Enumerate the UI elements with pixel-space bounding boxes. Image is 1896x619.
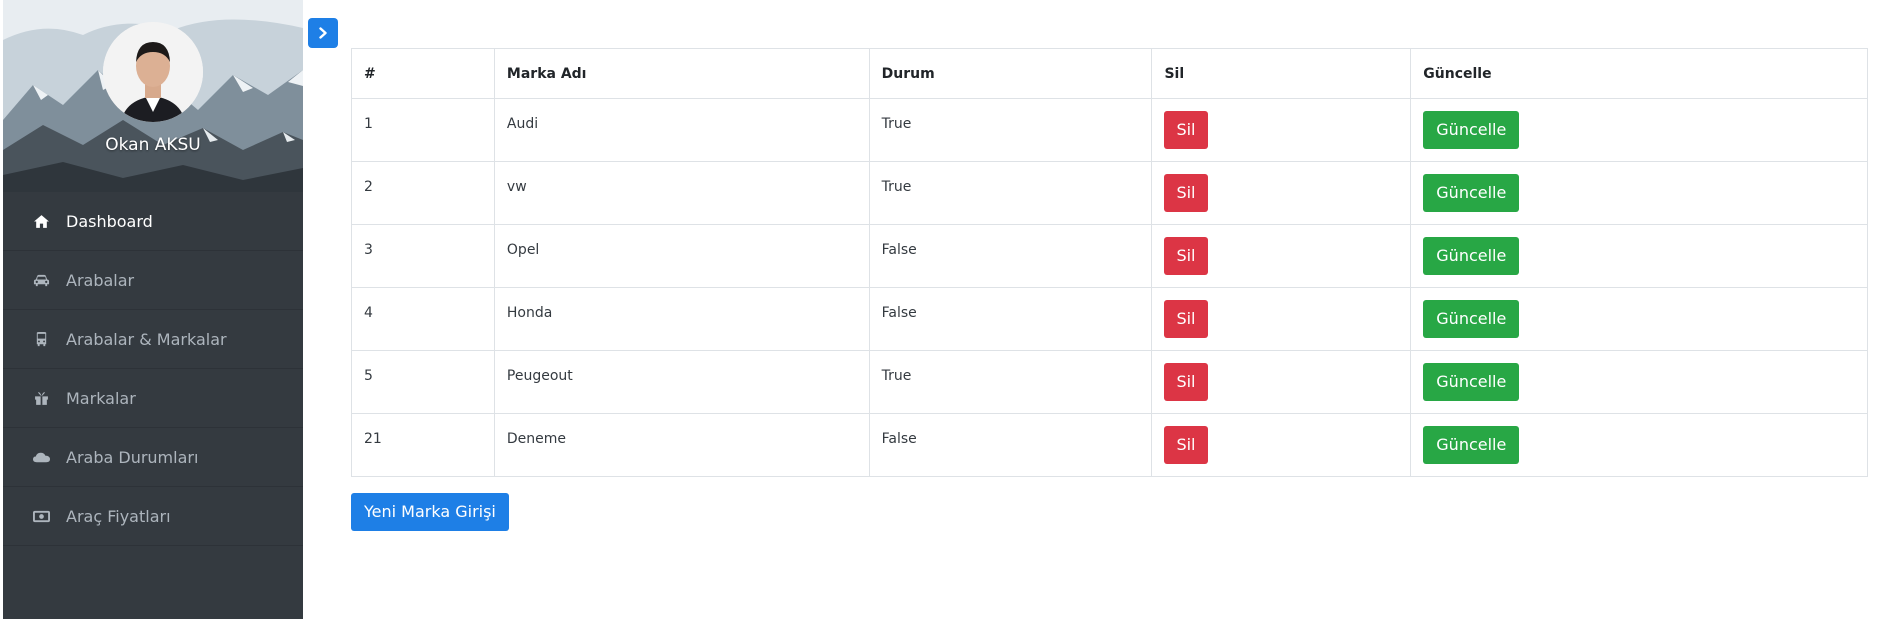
profile-name: Okan AKSU [105, 135, 201, 155]
delete-button[interactable]: Sil [1164, 426, 1208, 464]
cell-brand-name: vw [493, 161, 870, 225]
cell-delete: Sil [1151, 161, 1412, 225]
cell-status: True [868, 161, 1153, 225]
sidebar-toggle-button[interactable] [308, 18, 338, 48]
update-button[interactable]: Güncelle [1423, 111, 1520, 149]
cell-id: 21 [351, 413, 495, 477]
avatar [103, 22, 203, 122]
cell-delete: Sil [1151, 224, 1412, 288]
delete-button[interactable]: Sil [1164, 363, 1208, 401]
cell-id: 3 [351, 224, 495, 288]
cell-status: False [868, 224, 1153, 288]
column-header-brand-name: Marka Adı [493, 48, 870, 99]
sidebar-item-markalar[interactable]: Markalar [3, 369, 303, 428]
sidebar-item-label: Araç Fiyatları [66, 506, 171, 526]
cell-brand-name: Honda [493, 287, 870, 351]
cell-update: Güncelle [1410, 98, 1868, 162]
cell-id: 1 [351, 98, 495, 162]
cell-delete: Sil [1151, 98, 1412, 162]
table-row: 2 vw True Sil Güncelle [351, 161, 1868, 225]
cell-status: False [868, 413, 1153, 477]
delete-button[interactable]: Sil [1164, 111, 1208, 149]
sidebar-item-dashboard[interactable]: Dashboard [3, 192, 303, 251]
cell-brand-name: Peugeout [493, 350, 870, 414]
profile-header: Okan AKSU [3, 0, 303, 192]
table-row: 3 Opel False Sil Güncelle [351, 224, 1868, 288]
table-row: 1 Audi True Sil Güncelle [351, 98, 1868, 162]
gift-icon [30, 389, 52, 407]
cell-status: True [868, 350, 1153, 414]
new-brand-button[interactable]: Yeni Marka Girişi [351, 493, 509, 531]
cell-brand-name: Deneme [493, 413, 870, 477]
cell-delete: Sil [1151, 413, 1412, 477]
cell-update: Güncelle [1410, 224, 1868, 288]
cell-brand-name: Audi [493, 98, 870, 162]
car-icon [30, 271, 52, 289]
sidebar-item-araba-durumlari[interactable]: Araba Durumları [3, 428, 303, 487]
sidebar-item-label: Dashboard [66, 211, 153, 231]
column-header-delete: Sil [1151, 48, 1412, 99]
sidebar-item-arabalar[interactable]: Arabalar [3, 251, 303, 310]
home-icon [30, 212, 52, 230]
cell-status: True [868, 98, 1153, 162]
chevron-right-icon [319, 27, 327, 39]
update-button[interactable]: Güncelle [1423, 174, 1520, 212]
cell-id: 4 [351, 287, 495, 351]
update-button[interactable]: Güncelle [1423, 426, 1520, 464]
brands-table: # Marka Adı Durum Sil Güncelle 1 Audi Tr… [351, 48, 1868, 477]
sidebar-item-label: Araba Durumları [66, 447, 199, 467]
update-button[interactable]: Güncelle [1423, 363, 1520, 401]
cell-id: 2 [351, 161, 495, 225]
cell-delete: Sil [1151, 350, 1412, 414]
table-header-row: # Marka Adı Durum Sil Güncelle [351, 48, 1868, 99]
delete-button[interactable]: Sil [1164, 174, 1208, 212]
cell-brand-name: Opel [493, 224, 870, 288]
cell-delete: Sil [1151, 287, 1412, 351]
sidebar-item-arac-fiyatlari[interactable]: Araç Fiyatları [3, 487, 303, 546]
cell-update: Güncelle [1410, 413, 1868, 477]
update-button[interactable]: Güncelle [1423, 237, 1520, 275]
table-row: 21 Deneme False Sil Güncelle [351, 413, 1868, 477]
money-icon [30, 507, 52, 525]
bus-icon [30, 330, 52, 348]
cell-update: Güncelle [1410, 161, 1868, 225]
cloud-icon [30, 448, 52, 466]
cell-update: Güncelle [1410, 287, 1868, 351]
sidebar-item-label: Arabalar [66, 270, 135, 290]
sidebar-item-label: Arabalar & Markalar [66, 329, 227, 349]
column-header-status: Durum [868, 48, 1153, 99]
table-row: 4 Honda False Sil Güncelle [351, 287, 1868, 351]
cell-id: 5 [351, 350, 495, 414]
column-header-id: # [351, 48, 495, 99]
cell-update: Güncelle [1410, 350, 1868, 414]
update-button[interactable]: Güncelle [1423, 300, 1520, 338]
delete-button[interactable]: Sil [1164, 237, 1208, 275]
sidebar-item-label: Markalar [66, 388, 136, 408]
column-header-update: Güncelle [1410, 48, 1868, 99]
sidebar-menu: Dashboard Arabalar Arabalar & Markalar M… [3, 192, 303, 546]
delete-button[interactable]: Sil [1164, 300, 1208, 338]
sidebar-item-arabalar-markalar[interactable]: Arabalar & Markalar [3, 310, 303, 369]
cell-status: False [868, 287, 1153, 351]
table-row: 5 Peugeout True Sil Güncelle [351, 350, 1868, 414]
sidebar: Okan AKSU Dashboard Arabalar Arabalar & … [3, 0, 303, 619]
